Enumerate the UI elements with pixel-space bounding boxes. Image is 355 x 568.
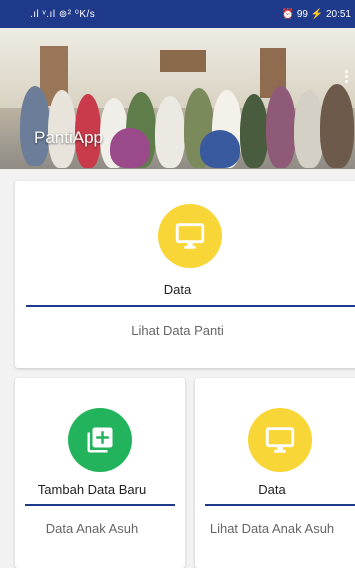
monitor-icon: [248, 408, 312, 472]
divider: [205, 504, 355, 506]
card-label: Tambah Data Baru: [37, 482, 147, 497]
card-label: Data: [163, 282, 192, 297]
time-battery-status: ⏰ 99 ⚡ 20:51: [281, 9, 351, 20]
card-subtitle: Data Anak Asuh: [45, 521, 139, 536]
signal-status: .ıl ᵛ.ıl ⊚² ⁰K/s: [30, 9, 96, 20]
card-lihat-data-anak-asuh[interactable]: Data Lihat Data Anak Asuh: [195, 378, 355, 568]
app-title: PantiApp: [34, 128, 103, 147]
card-lihat-data-panti[interactable]: Data Lihat Data Panti: [15, 181, 355, 368]
photo-person: [320, 84, 354, 168]
card-label: Data: [258, 482, 286, 497]
card-tambah-data-baru[interactable]: Tambah Data Baru Data Anak Asuh: [15, 378, 185, 568]
photo-person: [110, 128, 150, 168]
card-subtitle: Lihat Data Panti: [131, 323, 224, 338]
photo-frame: [160, 50, 206, 72]
photo-person: [155, 96, 185, 168]
status-bar: .ıl ᵛ.ıl ⊚² ⁰K/s ⏰ 99 ⚡ 20:51: [0, 0, 355, 28]
more-vert-icon[interactable]: [345, 68, 349, 85]
monitor-icon: [158, 204, 222, 268]
divider: [25, 504, 175, 506]
photo-person: [240, 94, 268, 168]
photo-person: [266, 86, 296, 168]
photo-person: [200, 130, 240, 168]
card-subtitle: Lihat Data Anak Asuh: [209, 521, 335, 536]
photo-person: [20, 86, 50, 166]
add-library-icon: [68, 408, 132, 472]
header-banner: PantiApp: [0, 28, 355, 169]
divider: [26, 305, 355, 307]
